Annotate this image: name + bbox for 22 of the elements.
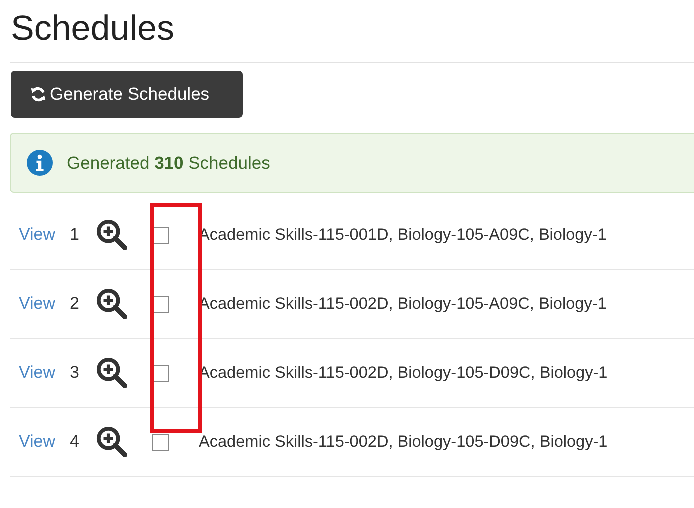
course-list: Academic Skills-115-002D, Biology-105-D09C, Biology-1 bbox=[199, 364, 608, 382]
course-list: Academic Skills-115-002D, Biology-105-A09C, Biology-1 bbox=[199, 294, 607, 314]
zoom-in-icon[interactable] bbox=[96, 288, 129, 320]
course-list: Academic Skills-115-001D, Biology-105-A09C, Biology-1 bbox=[199, 226, 607, 244]
view-link[interactable]: View bbox=[19, 225, 70, 245]
schedule-number: 1 bbox=[70, 225, 80, 245]
schedule-number: 3 bbox=[70, 363, 80, 383]
page-title: Schedules bbox=[10, 8, 176, 49]
zoom-in-icon[interactable] bbox=[96, 218, 129, 252]
view-link[interactable]: View bbox=[19, 294, 70, 314]
generate-schedules-button[interactable]: Generate Schedules bbox=[11, 71, 243, 118]
course-list: Academic Skills-115-002D, Biology-105-D09C, Biology-1 bbox=[199, 432, 608, 452]
view-link[interactable]: View bbox=[19, 363, 70, 383]
zoom-in-icon[interactable] bbox=[96, 426, 129, 458]
alert-message: Generated 310 Schedules bbox=[67, 152, 270, 174]
view-link[interactable]: View bbox=[19, 432, 70, 452]
info-icon bbox=[27, 150, 53, 176]
checkbox[interactable] bbox=[152, 434, 169, 450]
schedule-number: 2 bbox=[70, 294, 80, 314]
zoom-in-icon[interactable] bbox=[96, 356, 129, 390]
schedule-number: 4 bbox=[70, 432, 80, 452]
refresh-icon bbox=[30, 86, 47, 103]
